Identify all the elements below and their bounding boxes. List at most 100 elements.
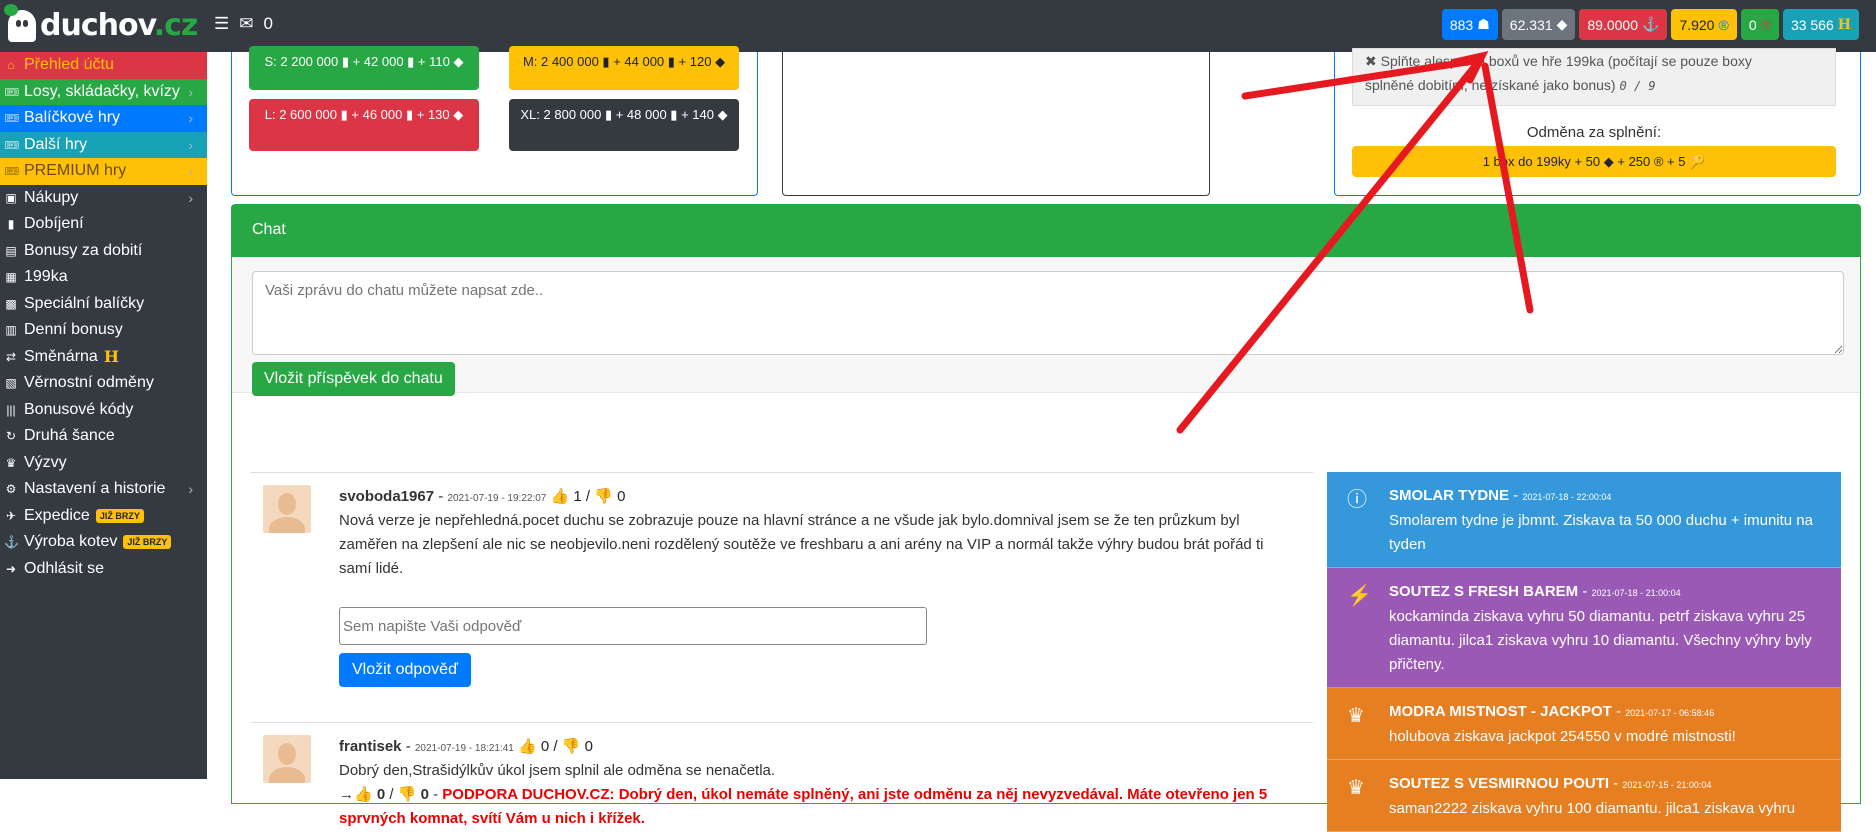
avatar [263,485,311,533]
info-icon: ⓘ [1347,489,1367,511]
mail-icon[interactable]: ✉ [239,14,253,34]
thumbs-up-icon[interactable]: 👍 [551,488,570,505]
h-icon: H [103,347,119,367]
sidebar-item-losy[interactable]: 🎟 Losy, skládačky, kvízy › [0,78,207,105]
thumbs-down-icon[interactable]: 👎 [562,738,581,755]
sidebar-item-denni-bonusy[interactable]: ▥ Denní bonusy [0,317,207,344]
sidebar-item-199ka[interactable]: ▦ 199ka [0,264,207,291]
ticket-icon: 🎟 [4,84,20,99]
compass-icon: ✈ [5,508,17,523]
news-item: ♛ SOUTEZ S VESMIRNOU POUTI - 2021-07-15 … [1327,760,1841,832]
ticket-icon: 🎟 [4,137,20,152]
mail-count: 0 [263,14,273,33]
exchange-icon: ⇄ [5,349,17,364]
post-username[interactable]: frantisek [339,738,402,755]
top-navbar: duchov.cz ☰ ✉ 0 883 ☗ 62.331 ◆ 89.0000 ⚓ 7.… [0,0,1876,52]
hamburger-icon[interactable]: ☰ [214,14,229,34]
news-item: ⓘ SMOLAR TYDNE - 2021-07-18 - 22:00:04 S… [1327,472,1841,568]
calendar-icon: ▥ [5,323,17,338]
chevron-right-icon: › [188,189,193,206]
site-logo[interactable]: duchov.cz [4,3,198,43]
trophy-icon: ♛ [1347,705,1365,727]
grid-icon: ▦ [5,270,17,285]
chat-post: frantisek - 2021-07-19 - 18:21:41 👍 0 / … [251,722,1313,831]
ghost-icon: ☗ [1477,16,1490,32]
news-feed: ⓘ SMOLAR TYDNE - 2021-07-18 - 22:00:04 S… [1327,472,1841,832]
news-item: ♛ MODRA MISTNOST - JACKPOT - 2021-07-17 … [1327,688,1841,760]
diamond-icon: ◆ [1556,16,1568,32]
news-item: ⚡ SOUTEZ S FRESH BAREM - 2021-07-18 - 21… [1327,568,1841,688]
logout-icon: ➜ [5,561,17,576]
chat-message-input[interactable] [252,271,1844,355]
sidebar-item-bonusy-za-dobiti[interactable]: ▤ Bonusy za dobití [0,238,207,265]
box-icon: ▩ [5,296,17,311]
sidebar: ⌂ Přehled účtu 🎟 Losy, skládačky, kvízy › 🎟… [0,52,207,779]
barcode-icon: ||| [6,402,16,417]
sidebar-item-dobijeni[interactable]: ▮ Dobíjení [0,211,207,238]
chat-header: Chat [232,205,1860,257]
sidebar-item-vyroba-kotev[interactable]: ⚓ Výroba kotev JIŽ BRZY [0,529,207,556]
anchor-icon: ⚓ [4,535,19,550]
thumbs-up-icon[interactable]: 👍 [354,786,373,803]
sidebar-item-balickove-hry[interactable]: 🎟 Balíčkové hry › [0,105,207,132]
chevron-right-icon: › [188,110,193,127]
sidebar-item-specialni-balicky[interactable]: ▩ Speciální balíčky [0,291,207,318]
package-l-button[interactable]: L: 2 600 000 ▮ + 46 000 ▮ + 130 ◆ [249,99,479,151]
package-s-button[interactable]: S: 2 200 000 ▮ + 42 000 ▮ + 110 ◆ [249,46,479,90]
chevron-right-icon: › [188,481,193,498]
sidebar-item-prehled-uctu[interactable]: ⌂ Přehled účtu [0,52,207,79]
thumbs-down-icon[interactable]: 👎 [398,786,417,803]
sidebar-item-nakupy[interactable]: ▣ Nákupy › [0,185,207,212]
r-coin-icon: ® [1718,16,1729,33]
chevron-right-icon: › [188,83,193,100]
sidebar-item-dalsi-hry[interactable]: 🎟 Další hry › [0,131,207,158]
post-username[interactable]: svoboda1967 [339,488,434,505]
cart-icon: ▣ [5,190,17,205]
r-coin-secondary-badge[interactable]: 0 ® [1740,9,1779,40]
sidebar-item-nastaveni[interactable]: ⚙ Nastavení a historie › [0,476,207,503]
sidebar-item-vernostni-odmeny[interactable]: ▧ Věrnostní odměny [0,370,207,397]
logo-text: duchov.cz [40,8,198,43]
ghost-logo-icon [4,3,36,42]
coming-soon-badge: JIŽ BRZY [95,508,144,523]
sidebar-item-bonusove-kody[interactable]: ||| Bonusové kódy [0,397,207,424]
task-card: ✖ Splňte alespoň 9 boxů ve hře 199ka (po… [1334,48,1861,196]
sidebar-item-expedice[interactable]: ✈ Expedice JIŽ BRZY [0,503,207,530]
trophy-icon: ♛ [1347,777,1365,799]
coming-soon-badge: JIŽ BRZY [123,535,172,550]
chat-submit-button[interactable]: Vložit příspěvek do chatu [252,362,455,396]
diamond-icon: ◆ [453,54,464,69]
gear-icon: ⚙ [5,482,17,497]
chat-posts: svoboda1967 - 2021-07-19 - 19:22:07 👍 1 … [251,472,1313,831]
reply-author: PODPORA DUCHOV.CZ [442,786,610,803]
sidebar-item-odhlasit[interactable]: ➜ Odhlásit se [0,556,207,583]
ghost-balance-badge[interactable]: 883 ☗ [1441,9,1498,40]
thumbs-up-icon[interactable]: 👍 [518,738,537,755]
anchor-balance-badge[interactable]: 89.0000 ⚓ [1579,9,1668,40]
h-balance-badge[interactable]: 33 566 H [1782,9,1859,40]
post-time: 2021-07-19 - 19:22:07 [447,493,547,504]
thumbs-down-icon[interactable]: 👎 [594,488,613,505]
diamond-balance-badge[interactable]: 62.331 ◆ [1501,9,1576,40]
sidebar-item-smenarna[interactable]: ⇄ Směnárna H [0,344,207,371]
chevron-right-icon: › [188,163,193,180]
post-text: Dobrý den,Strašidýlkův úkol jsem splnil … [339,762,776,779]
trophy-icon: ♛ [5,455,17,470]
sidebar-item-premium-hry[interactable]: 🎟 PREMIUM hry › [0,158,207,185]
main-content: S: 2 200 000 ▮ + 42 000 ▮ + 110 ◆ M: 2 4… [207,46,1876,832]
chevron-right-icon: › [188,136,193,153]
task-progress: 0 / 9 [1619,79,1656,93]
post-text: Nová verze je nepřehledná.pocet duchu se… [339,512,1264,577]
package-xl-button[interactable]: XL: 2 800 000 ▮ + 48 000 ▮ + 140 ◆ [509,99,739,151]
sidebar-item-druha-sance[interactable]: ↻ Druhá šance [0,423,207,450]
diamond-icon: ◆ [453,107,464,122]
post-time: 2021-07-19 - 18:21:41 [414,743,514,754]
reward-bar: 1 box do 199ky + 50 ◆ + 250 ® + 5 🔑 [1352,146,1836,177]
sidebar-item-vyzvy[interactable]: ♛ Výzvy [0,450,207,477]
reply-arrow-icon: → [339,786,354,803]
diamond-icon: ◆ [715,54,726,69]
r-coin-balance-badge[interactable]: 7.920 ® [1671,9,1737,40]
package-m-button[interactable]: M: 2 400 000 ▮ + 44 000 ▮ + 120 ◆ [509,46,739,90]
reply-submit-button[interactable]: Vložit odpověď [339,653,471,687]
reply-input[interactable] [339,607,927,645]
